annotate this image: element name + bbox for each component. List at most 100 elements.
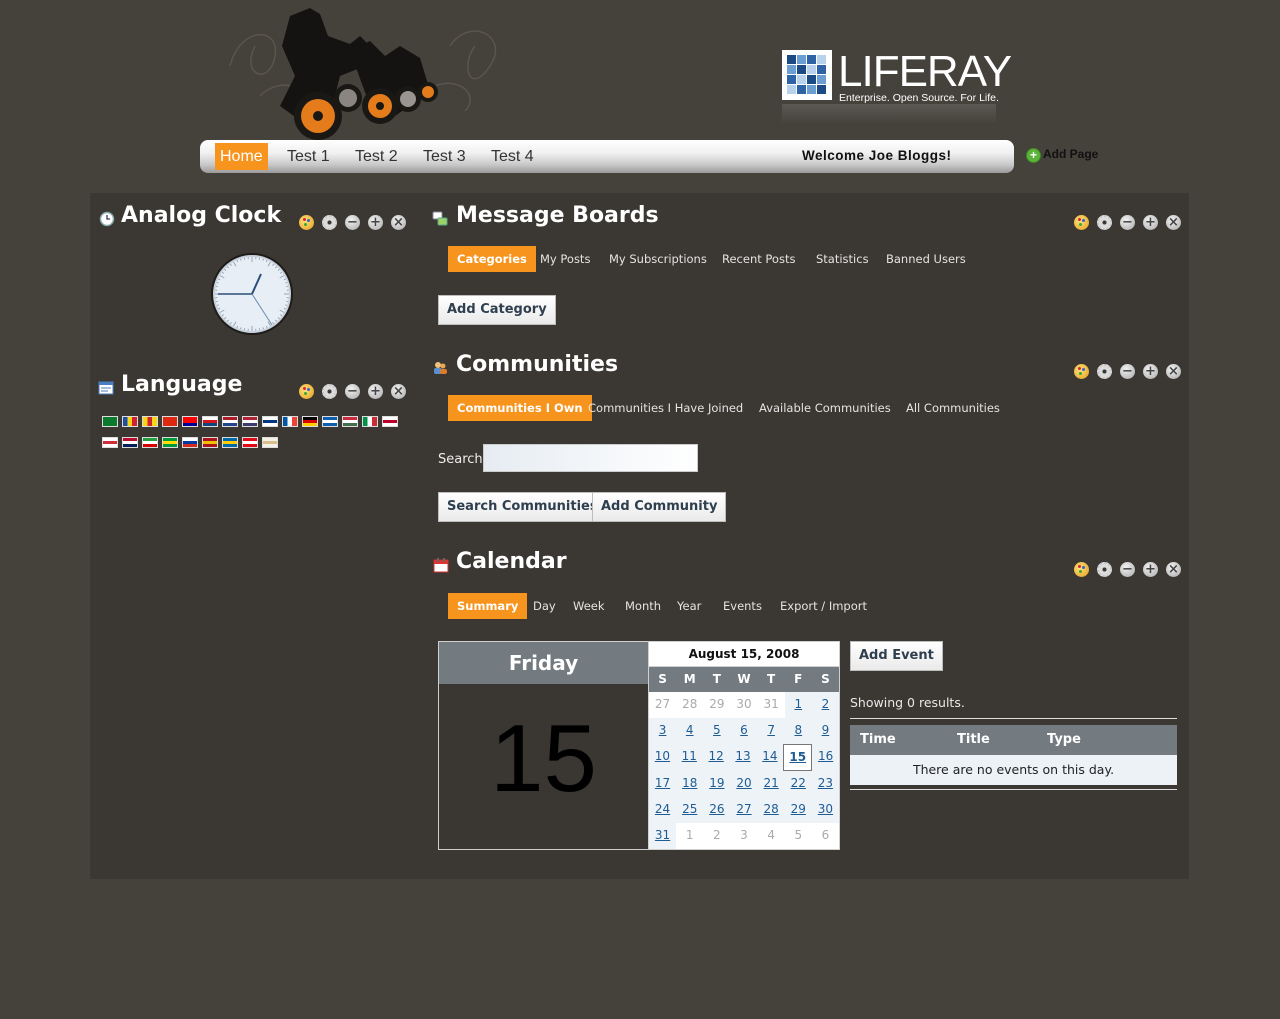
tab-day[interactable]: Day	[533, 593, 556, 619]
flag-cs-cz-icon[interactable]	[202, 416, 218, 427]
flag-sv-se-icon[interactable]	[222, 437, 238, 448]
calendar-day[interactable]: 1	[784, 692, 812, 719]
calendar-day[interactable]: 24	[649, 796, 677, 823]
calendar-day[interactable]: 4	[676, 718, 704, 745]
tab-communities-i-have-joined[interactable]: Communities I Have Joined	[588, 395, 743, 421]
flag-en-us-icon[interactable]	[242, 416, 258, 427]
calendar-day[interactable]: 27	[730, 796, 758, 823]
look-and-feel-icon[interactable]	[299, 384, 314, 399]
tab-week[interactable]: Week	[573, 593, 605, 619]
search-communities-button[interactable]: Search Communities	[438, 492, 607, 522]
flag-hu-hu-icon[interactable]	[342, 416, 358, 427]
calendar-day[interactable]: 10	[649, 744, 676, 771]
calendar-day[interactable]: 25	[676, 796, 704, 823]
close-icon[interactable]: ×	[391, 215, 406, 230]
flag-ca-ad-icon[interactable]	[122, 416, 138, 427]
calendar-day[interactable]: 15	[783, 744, 813, 771]
calendar-day[interactable]: 14	[756, 744, 784, 771]
calendar-day[interactable]: 16	[812, 744, 840, 771]
tab-year[interactable]: Year	[677, 593, 701, 619]
calendar-day[interactable]: 8	[784, 718, 812, 745]
look-and-feel-icon[interactable]	[299, 215, 314, 230]
minimize-icon[interactable]: −	[1120, 364, 1135, 379]
add-community-button[interactable]: Add Community	[592, 492, 727, 522]
tab-recent-posts[interactable]: Recent Posts	[722, 246, 795, 272]
calendar-day[interactable]: 17	[649, 770, 677, 797]
community-search-input[interactable]	[483, 444, 698, 472]
calendar-day[interactable]: 19	[703, 770, 731, 797]
configuration-icon[interactable]	[322, 384, 337, 399]
add-category-button[interactable]: Add Category	[438, 295, 556, 325]
tab-statistics[interactable]: Statistics	[816, 246, 869, 272]
flag-zh-tw-icon[interactable]	[182, 416, 198, 427]
close-icon[interactable]: ×	[1166, 562, 1181, 577]
nav-item-test-3[interactable]: Test 3	[418, 143, 471, 170]
tab-all-communities[interactable]: All Communities	[906, 395, 1000, 421]
configuration-icon[interactable]	[322, 215, 337, 230]
maximize-icon[interactable]: +	[1143, 562, 1158, 577]
tab-available-communities[interactable]: Available Communities	[759, 395, 891, 421]
flag-nl-nl-icon[interactable]	[222, 416, 238, 427]
tab-communities-i-own[interactable]: Communities I Own	[448, 395, 592, 421]
flag-tr-tr-icon[interactable]	[242, 437, 258, 448]
flag-ar-sa-icon[interactable]	[102, 416, 118, 427]
look-and-feel-icon[interactable]	[1074, 215, 1089, 230]
tab-banned-users[interactable]: Banned Users	[886, 246, 966, 272]
calendar-day[interactable]: 28	[757, 796, 785, 823]
calendar-day[interactable]: 7	[757, 718, 785, 745]
tab-events[interactable]: Events	[723, 593, 762, 619]
maximize-icon[interactable]: +	[368, 384, 383, 399]
minimize-icon[interactable]: −	[1120, 562, 1135, 577]
calendar-day[interactable]: 29	[784, 796, 812, 823]
maximize-icon[interactable]: +	[1143, 364, 1158, 379]
calendar-day[interactable]: 30	[811, 796, 839, 823]
flag-fr-fr-icon[interactable]	[282, 416, 298, 427]
calendar-day[interactable]: 21	[757, 770, 785, 797]
tab-export-import[interactable]: Export / Import	[780, 593, 867, 619]
flag-zh-cn-icon[interactable]	[162, 416, 178, 427]
close-icon[interactable]: ×	[1166, 364, 1181, 379]
calendar-day[interactable]: 12	[702, 744, 730, 771]
flag-ru-ru-icon[interactable]	[182, 437, 198, 448]
configuration-icon[interactable]	[1097, 215, 1112, 230]
flag-el-gr-icon[interactable]	[322, 416, 338, 427]
flag-es-es-icon[interactable]	[202, 437, 218, 448]
nav-item-home[interactable]: Home	[215, 143, 268, 170]
calendar-day[interactable]: 22	[784, 770, 812, 797]
tab-my-subscriptions[interactable]: My Subscriptions	[609, 246, 707, 272]
minimize-icon[interactable]: −	[1120, 215, 1135, 230]
calendar-day[interactable]: 18	[676, 770, 704, 797]
maximize-icon[interactable]: +	[1143, 215, 1158, 230]
tab-my-posts[interactable]: My Posts	[540, 246, 590, 272]
look-and-feel-icon[interactable]	[1074, 364, 1089, 379]
configuration-icon[interactable]	[1097, 364, 1112, 379]
calendar-day[interactable]: 5	[703, 718, 731, 745]
flag-it-it-icon[interactable]	[362, 416, 378, 427]
calendar-day[interactable]: 9	[811, 718, 839, 745]
tab-month[interactable]: Month	[625, 593, 661, 619]
calendar-day[interactable]: 3	[649, 718, 677, 745]
minimize-icon[interactable]: −	[345, 384, 360, 399]
flag-nb-no-icon[interactable]	[122, 437, 138, 448]
tab-categories[interactable]: Categories	[448, 246, 536, 272]
calendar-day[interactable]: 31	[649, 822, 677, 850]
nav-item-test-1[interactable]: Test 1	[282, 143, 335, 170]
flag-fi-fi-icon[interactable]	[262, 416, 278, 427]
minimize-icon[interactable]: −	[345, 215, 360, 230]
close-icon[interactable]: ×	[1166, 215, 1181, 230]
flag-ko-kr-icon[interactable]	[102, 437, 118, 448]
calendar-day[interactable]: 6	[730, 718, 758, 745]
look-and-feel-icon[interactable]	[1074, 562, 1089, 577]
calendar-day[interactable]: 23	[811, 770, 839, 797]
flag-fa-ir-icon[interactable]	[142, 437, 158, 448]
flag-vi-vn-icon[interactable]	[262, 437, 278, 448]
maximize-icon[interactable]: +	[368, 215, 383, 230]
calendar-day[interactable]: 26	[703, 796, 731, 823]
flag-ja-jp-icon[interactable]	[382, 416, 398, 427]
configuration-icon[interactable]	[1097, 562, 1112, 577]
calendar-day[interactable]: 11	[675, 744, 703, 771]
flag-pt-br-icon[interactable]	[162, 437, 178, 448]
close-icon[interactable]: ×	[391, 384, 406, 399]
tab-summary[interactable]: Summary	[448, 593, 528, 619]
flag-de-de-icon[interactable]	[302, 416, 318, 427]
